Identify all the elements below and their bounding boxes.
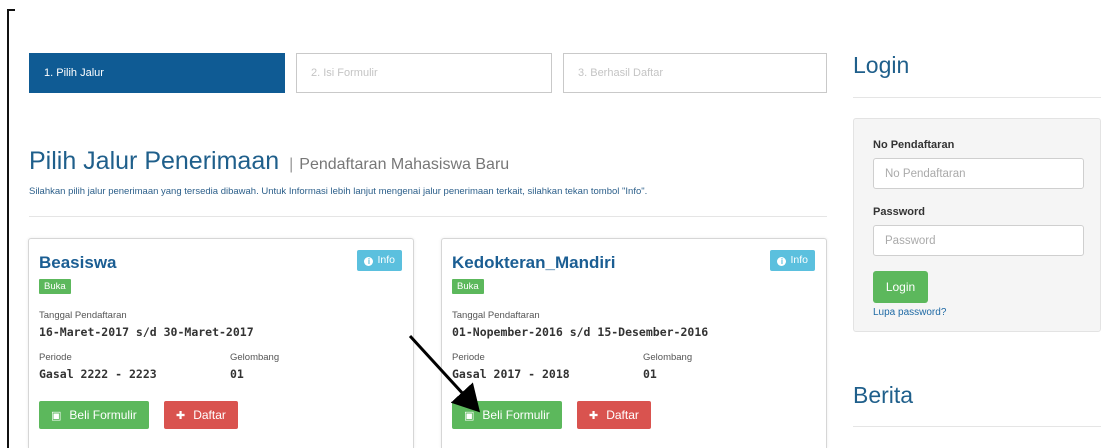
wave-label: Gelombang (230, 352, 280, 363)
forgot-password-link[interactable]: Lupa password? (873, 307, 946, 318)
info-circle-icon: i (364, 257, 374, 266)
frame-edge (7, 9, 9, 448)
divider (29, 216, 827, 217)
reg-number-input[interactable] (873, 158, 1084, 189)
info-button[interactable]: i Info (357, 250, 402, 271)
date-label: Tanggal Pendaftaran (452, 310, 540, 321)
register-label: Daftar (193, 408, 226, 422)
period-label: Periode (39, 352, 72, 363)
frame-edge-top (7, 9, 15, 11)
divider (853, 97, 1101, 98)
date-value: 01-Nopember-2016 s/d 15-Desember-2016 (452, 325, 709, 339)
info-button-label: Info (377, 254, 395, 266)
register-button[interactable]: ✚ Daftar (577, 401, 651, 429)
page-title-text: Pilih Jalur Penerimaan (29, 147, 280, 175)
title-separator: | (289, 156, 294, 173)
money-icon: ▣ (464, 410, 475, 422)
step-label: 2. Isi Formulir (311, 67, 378, 79)
info-button[interactable]: i Info (770, 250, 815, 271)
buy-form-button[interactable]: ▣ Beli Formulir (39, 401, 149, 429)
buy-form-button[interactable]: ▣ Beli Formulir (452, 401, 562, 429)
step-label: 1. Pilih Jalur (44, 67, 104, 79)
page-subtitle: Pendaftaran Mahasiswa Baru (299, 156, 510, 173)
card-title: Beasiswa (39, 253, 117, 272)
page-title: Pilih Jalur Penerimaan | Pendaftaran Mahas… (29, 147, 509, 176)
page-description: Silahkan pilih jalur penerimaan yang ter… (29, 186, 648, 197)
password-input[interactable] (873, 225, 1084, 256)
buy-form-label: Beli Formulir (69, 408, 137, 422)
card-beasiswa: Beasiswa i Info Buka Tanggal Pendaftaran … (28, 238, 414, 448)
wave-value: 01 (230, 367, 244, 381)
register-button[interactable]: ✚ Daftar (164, 401, 238, 429)
status-badge: Buka (452, 279, 484, 294)
step-label: 3. Berhasil Daftar (578, 67, 663, 79)
step-isi-formulir[interactable]: 2. Isi Formulir (296, 53, 552, 93)
date-label: Tanggal Pendaftaran (39, 310, 127, 321)
register-label: Daftar (606, 408, 639, 422)
money-icon: ▣ (51, 410, 62, 422)
wave-value: 01 (643, 367, 657, 381)
login-title: Login (853, 52, 910, 78)
card-kedokteran-mandiri: Kedokteran_Mandiri i Info Buka Tanggal Pe… (441, 238, 827, 448)
user-plus-icon: ✚ (176, 410, 186, 422)
user-plus-icon: ✚ (589, 410, 599, 422)
period-value: Gasal 2222 - 2223 (39, 367, 157, 381)
reg-number-label: No Pendaftaran (873, 139, 955, 151)
login-button[interactable]: Login (873, 271, 928, 303)
info-circle-icon: i (777, 257, 787, 266)
status-badge: Buka (39, 279, 71, 294)
period-value: Gasal 2017 - 2018 (452, 367, 570, 381)
news-title: Berita (853, 382, 914, 408)
step-berhasil-daftar[interactable]: 3. Berhasil Daftar (563, 53, 827, 93)
login-panel: No Pendaftaran Password Login Lupa passw… (853, 118, 1101, 332)
date-value: 16-Maret-2017 s/d 30-Maret-2017 (39, 325, 254, 339)
step-pilih-jalur[interactable]: 1. Pilih Jalur (29, 53, 285, 93)
info-button-label: Info (790, 254, 808, 266)
buy-form-label: Beli Formulir (482, 408, 550, 422)
password-label: Password (873, 206, 925, 218)
card-title: Kedokteran_Mandiri (452, 253, 616, 272)
divider (853, 426, 1101, 427)
wave-label: Gelombang (643, 352, 693, 363)
period-label: Periode (452, 352, 485, 363)
